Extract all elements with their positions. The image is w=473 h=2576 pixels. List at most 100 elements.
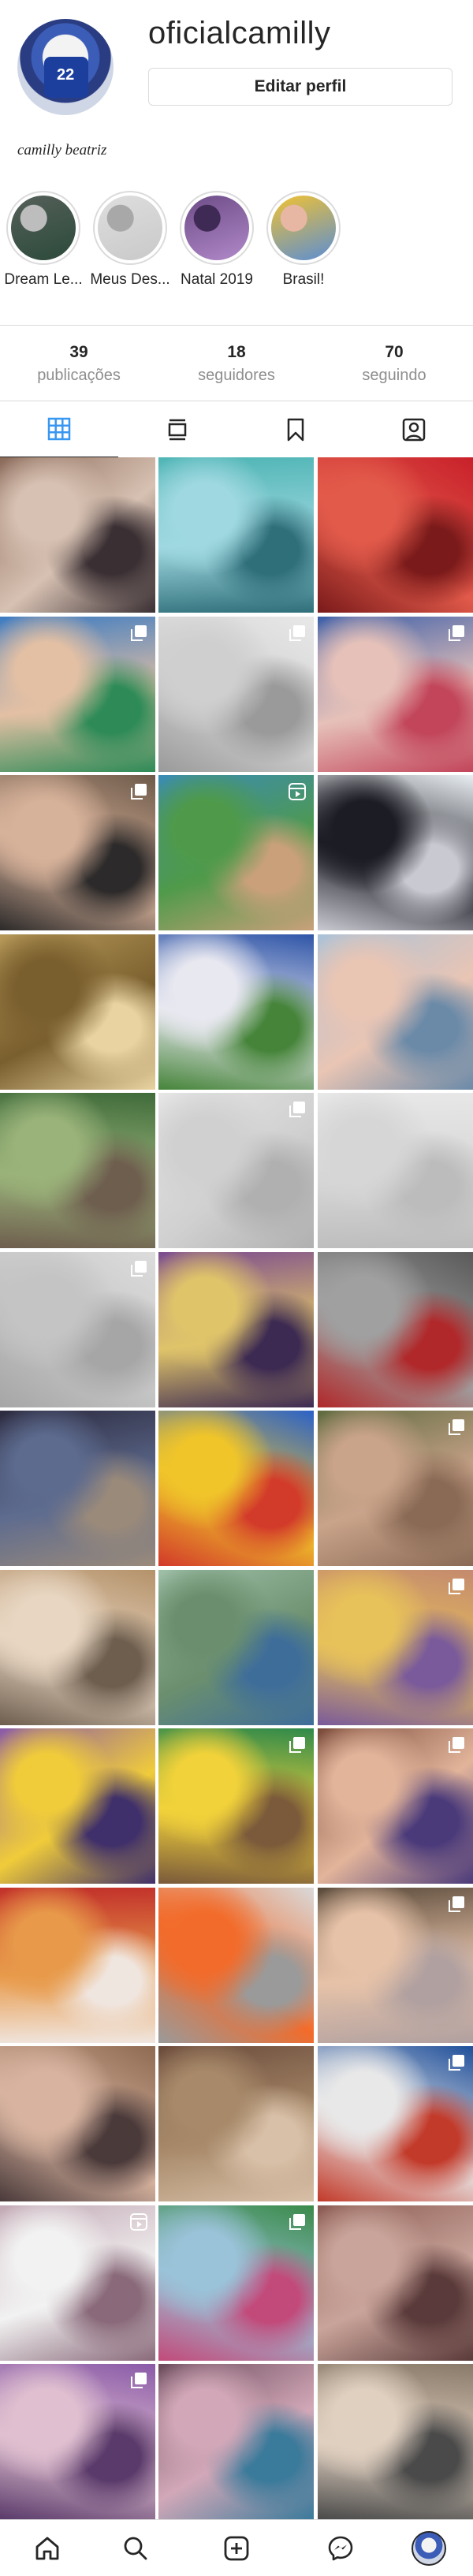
tab-saved[interactable] [236, 401, 355, 458]
nav-new-post[interactable] [218, 2529, 255, 2567]
post-thumbnail[interactable] [0, 934, 155, 1090]
post-thumbnail[interactable] [318, 1252, 473, 1407]
carousel-icon [131, 1261, 147, 1277]
search-icon [124, 2537, 147, 2560]
highlight-cover [271, 196, 336, 260]
post-thumbnail[interactable] [318, 1411, 473, 1566]
avatar-shirt-number: 22 [57, 66, 75, 84]
highlight-item[interactable]: Natal 2019 [173, 191, 260, 289]
nav-home[interactable] [28, 2529, 66, 2567]
profile-stats: 39 publicações 18 seguidores 70 seguindo [0, 325, 473, 401]
home-icon [35, 2537, 59, 2560]
post-thumbnail[interactable] [0, 1411, 155, 1566]
post-thumbnail[interactable] [318, 2364, 473, 2519]
carousel-icon [131, 2373, 147, 2388]
stat-label: publicações [37, 367, 121, 384]
post-thumbnail[interactable] [318, 1093, 473, 1248]
post-thumbnail[interactable] [0, 1252, 155, 1407]
post-thumbnail[interactable] [0, 2205, 155, 2361]
post-thumbnail[interactable] [158, 1252, 314, 1407]
video-icon [130, 2213, 147, 2231]
stat-posts[interactable]: 39 publicações [0, 343, 158, 385]
tab-tagged[interactable] [355, 401, 473, 458]
carousel-icon [289, 1737, 305, 1753]
post-thumbnail[interactable] [318, 934, 473, 1090]
carousel-icon [131, 784, 147, 800]
carousel-icon [449, 1896, 464, 1912]
messenger-icon [328, 2536, 353, 2561]
highlight-item[interactable]: Brasil! [260, 191, 347, 289]
story-highlights: Dream Le... Meus Des... Natal 2019 Brasi… [0, 191, 473, 301]
profile-avatar-small [412, 2531, 446, 2566]
carousel-icon [449, 625, 464, 641]
post-thumbnail[interactable] [158, 2046, 314, 2201]
carousel-icon [449, 1737, 464, 1753]
profile-tabs [0, 401, 473, 458]
post-thumbnail[interactable] [318, 2205, 473, 2361]
post-thumbnail[interactable] [158, 934, 314, 1090]
profile-bio-name: camilly beatriz [17, 142, 107, 158]
post-thumbnail[interactable] [158, 2205, 314, 2361]
post-thumbnail[interactable] [318, 617, 473, 772]
highlight-label: Brasil! [282, 271, 325, 288]
highlight-ring [6, 191, 80, 265]
stat-following[interactable]: 70 seguindo [315, 343, 473, 385]
highlight-item[interactable]: Dream Le... [0, 191, 87, 289]
video-icon [289, 783, 306, 800]
feed-icon [168, 419, 187, 441]
nav-messenger[interactable] [322, 2529, 359, 2567]
highlight-cover [98, 196, 162, 260]
post-thumbnail[interactable] [158, 1411, 314, 1566]
nav-profile[interactable] [410, 2529, 448, 2567]
post-thumbnail[interactable] [158, 617, 314, 772]
post-thumbnail[interactable] [158, 775, 314, 930]
highlight-cover [184, 196, 249, 260]
post-thumbnail[interactable] [318, 1570, 473, 1725]
post-thumbnail[interactable] [158, 457, 314, 613]
grid-icon [47, 417, 71, 441]
post-thumbnail[interactable] [0, 1728, 155, 1884]
edit-profile-button[interactable]: Editar perfil [148, 68, 453, 106]
carousel-icon [449, 2055, 464, 2071]
carousel-icon [449, 1579, 464, 1594]
tab-feed[interactable] [118, 401, 236, 458]
tab-grid[interactable] [0, 401, 118, 458]
stat-followers[interactable]: 18 seguidores [158, 343, 315, 385]
stat-number: 39 [69, 343, 88, 361]
carousel-icon [289, 625, 305, 641]
post-thumbnail[interactable] [158, 1570, 314, 1725]
stat-label: seguidores [198, 367, 275, 384]
post-thumbnail[interactable] [318, 2046, 473, 2201]
post-thumbnail[interactable] [318, 775, 473, 930]
post-thumbnail[interactable] [158, 1093, 314, 1248]
carousel-icon [131, 625, 147, 641]
post-thumbnail[interactable] [0, 617, 155, 772]
post-thumbnail[interactable] [0, 1093, 155, 1248]
post-thumbnail[interactable] [0, 775, 155, 930]
profile-username: oficialcamilly [148, 16, 331, 50]
bottom-navigation [0, 2519, 473, 2576]
post-thumbnail[interactable] [158, 1728, 314, 1884]
tagged-user-icon [402, 418, 426, 442]
profile-avatar[interactable]: 22 [17, 19, 114, 115]
post-thumbnail[interactable] [0, 2364, 155, 2519]
post-thumbnail[interactable] [0, 2046, 155, 2201]
post-thumbnail[interactable] [0, 1570, 155, 1725]
post-thumbnail[interactable] [318, 1728, 473, 1884]
stat-label: seguindo [362, 367, 426, 384]
highlight-ring [266, 191, 341, 265]
highlight-item[interactable]: Meus Des... [87, 191, 173, 289]
post-thumbnail[interactable] [0, 1888, 155, 2043]
post-thumbnail[interactable] [318, 1888, 473, 2043]
highlight-ring [180, 191, 254, 265]
post-thumbnail[interactable] [0, 457, 155, 613]
post-thumbnail[interactable] [158, 1888, 314, 2043]
add-post-icon [224, 2536, 249, 2561]
post-thumbnail[interactable] [318, 457, 473, 613]
post-thumbnail[interactable] [158, 2364, 314, 2519]
stat-number: 70 [385, 343, 404, 361]
bookmark-icon [287, 418, 304, 442]
nav-search[interactable] [117, 2529, 155, 2567]
highlight-label: Meus Des... [90, 271, 170, 288]
carousel-icon [289, 2214, 305, 2230]
